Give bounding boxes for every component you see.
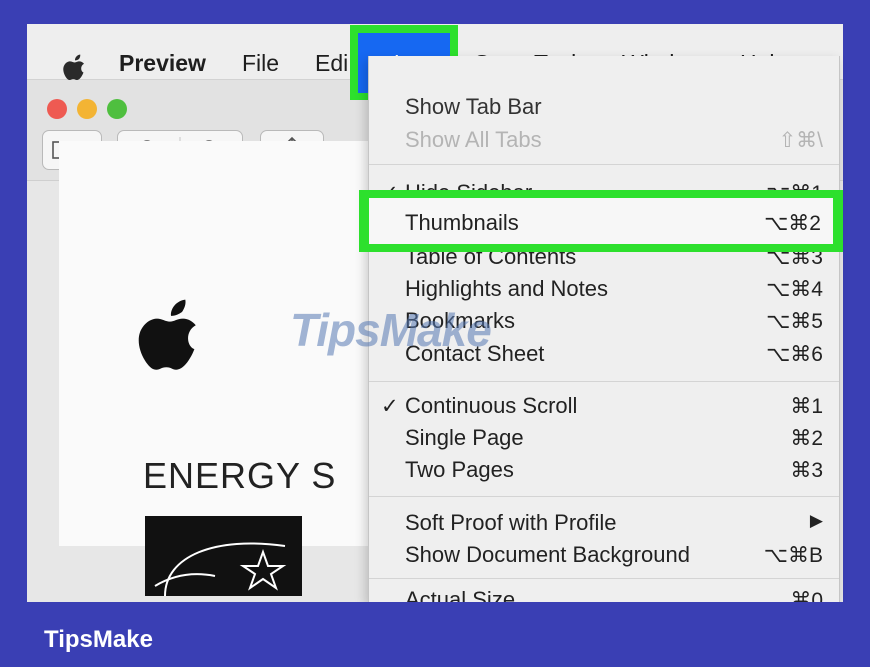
menu-item-show-tab-bar[interactable]: Show Tab Bar [405, 94, 542, 120]
shortcut-bookmarks: ⌥⌘5 [766, 310, 823, 333]
menu-item-thumbnails[interactable]: Thumbnails [405, 210, 519, 236]
shortcut-show-document-background: ⌥⌘B [763, 544, 823, 567]
menu-item-highlights-and-notes[interactable]: Highlights and Notes [405, 276, 608, 302]
shortcut-two-pages: ⌘3 [790, 459, 823, 482]
shortcut-continuous-scroll: ⌘1 [790, 395, 823, 418]
menu-separator [369, 164, 839, 165]
menu-edit[interactable]: Edi [315, 50, 348, 77]
menu-item-show-document-background[interactable]: Show Document Background [405, 542, 690, 568]
close-window-button[interactable] [47, 99, 67, 119]
menu-item-two-pages[interactable]: Two Pages [405, 457, 514, 483]
zoom-window-button[interactable] [107, 99, 127, 119]
apple-logo-icon [138, 299, 196, 370]
document-heading: ENERGY S [143, 455, 337, 496]
shortcut-contact-sheet: ⌥⌘6 [766, 343, 823, 366]
menu-item-soft-proof[interactable]: Soft Proof with Profile [405, 510, 617, 536]
menu-item-thumbnails-row[interactable]: Thumbnails ⌥⌘2 [369, 198, 833, 244]
minimize-window-button[interactable] [77, 99, 97, 119]
checkmark-icon: ✓ [381, 395, 399, 418]
brand-label: TipsMake [44, 626, 153, 653]
menu-separator [369, 381, 839, 382]
menu-preview[interactable]: Preview [119, 50, 206, 77]
menu-file[interactable]: File [242, 50, 279, 77]
shortcut-single-page: ⌘2 [790, 427, 823, 450]
shortcut-thumbnails: ⌥⌘2 [764, 212, 821, 235]
energy-star-logo [145, 516, 302, 596]
apple-logo-icon[interactable] [63, 54, 87, 80]
menu-separator [369, 496, 839, 497]
shortcut-show-all-tabs: ⇧⌘\ [778, 129, 823, 152]
shortcut-highlights-and-notes: ⌥⌘4 [766, 278, 823, 301]
menu-item-single-page[interactable]: Single Page [405, 425, 524, 451]
watermark: TipsMake [290, 304, 492, 356]
submenu-arrow-icon: ▶ [809, 511, 823, 530]
menu-separator [369, 578, 839, 579]
menu-item-show-all-tabs: Show All Tabs [405, 127, 542, 152]
menu-item-continuous-scroll[interactable]: Continuous Scroll [405, 393, 577, 419]
